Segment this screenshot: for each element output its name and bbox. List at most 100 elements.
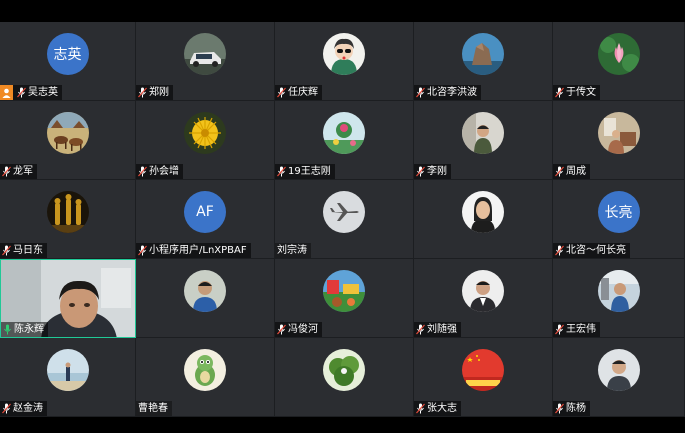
participant-name: 陈杨: [566, 403, 586, 414]
mic-muted-icon: [138, 166, 147, 177]
participant-name: 刘宗涛: [277, 245, 307, 256]
airplane-avatar: [323, 191, 365, 233]
participant-tile[interactable]: 19王志刚: [275, 101, 414, 180]
colorful-scene-avatar: [323, 270, 365, 312]
name-tag: 于传文: [553, 85, 600, 100]
mic-muted-icon: [416, 403, 425, 414]
mic-muted-icon: [555, 245, 564, 256]
participant-name: 周成: [566, 166, 586, 177]
active-speaker-video-tile[interactable]: 陈永辉: [0, 259, 136, 338]
participant-name: 曹艳春: [138, 403, 168, 414]
mic-muted-icon: [416, 324, 425, 335]
name-tag: 龙军: [0, 164, 37, 179]
participant-name: 陈永辉: [14, 324, 44, 335]
lotus-flower-avatar: [597, 33, 640, 75]
participant-tile[interactable]: 李刚: [414, 101, 553, 180]
avatar: AF: [184, 191, 226, 233]
mic-muted-icon: [555, 324, 564, 335]
man-suit-avatar: [462, 270, 504, 312]
name-tag: 周成: [553, 164, 590, 179]
participant-tile[interactable]: 王宏伟: [553, 259, 685, 338]
mic-muted-icon: [555, 403, 564, 414]
name-tag: 李刚: [414, 164, 451, 179]
participant-tile[interactable]: 孙会增: [136, 101, 275, 180]
mic-muted-icon: [277, 87, 286, 98]
woman-portrait-avatar: [462, 191, 504, 233]
participant-name: 赵金涛: [13, 403, 43, 414]
name-tag: 19王志刚: [275, 164, 335, 179]
rock-landscape-avatar: [462, 33, 504, 75]
man-outdoor-avatar: [597, 270, 640, 312]
participant-name: 刘随强: [427, 324, 457, 335]
participant-name: 孙会增: [149, 166, 179, 177]
china-flag-avatar: [462, 349, 504, 391]
name-tag: 马日东: [0, 243, 47, 258]
name-tag: 吴志英: [0, 85, 62, 100]
mic-muted-icon: [277, 166, 286, 177]
mic-muted-icon: [416, 87, 425, 98]
cartoon-dinosaur-avatar: [184, 349, 226, 391]
name-tag: 任庆辉: [275, 85, 322, 100]
cartoon-girl-avatar: [323, 33, 365, 75]
yellow-flower-avatar: [184, 112, 226, 154]
participant-tile[interactable]: 曹艳春: [136, 338, 275, 417]
participant-grid: 志英 吴志英 郑刚 任庆辉 北咨李洪波 于传文 龙军 孙会增 19王志刚 李刚 …: [0, 22, 685, 417]
mic-muted-icon: [555, 87, 564, 98]
participant-tile[interactable]: 志英 吴志英: [0, 22, 136, 101]
participant-tile[interactable]: 刘宗涛: [275, 180, 414, 259]
participant-tile[interactable]: 龙军: [0, 101, 136, 180]
participant-tile[interactable]: 长亮 北咨～何长亮: [553, 180, 685, 259]
participant-tile[interactable]: [414, 180, 553, 259]
name-tag: 张大志: [414, 401, 461, 416]
host-person-icon: [0, 85, 13, 100]
man-portrait-avatar: [597, 349, 640, 391]
participant-name: 李刚: [427, 166, 447, 177]
name-tag: 北咨李洪波: [414, 85, 481, 100]
avatar: 志英: [46, 33, 89, 75]
participant-name: 龙军: [13, 166, 33, 177]
participant-name: 任庆辉: [288, 87, 318, 98]
participant-tile[interactable]: 冯俊河: [275, 259, 414, 338]
participant-name: 冯俊河: [288, 324, 318, 335]
mic-muted-icon: [277, 324, 286, 335]
participant-tile[interactable]: 北咨李洪波: [414, 22, 553, 101]
green-plant-avatar: [323, 349, 365, 391]
top-bar: [0, 0, 685, 22]
participant-tile[interactable]: 任庆辉: [275, 22, 414, 101]
name-tag: 小程序用户/LnXPBAF: [136, 243, 251, 258]
name-tag: 郑刚: [136, 85, 173, 100]
participant-name: 小程序用户/LnXPBAF: [149, 245, 247, 256]
name-tag: 王宏伟: [553, 322, 600, 337]
mic-muted-icon: [2, 166, 11, 177]
participant-tile[interactable]: 马日东: [0, 180, 136, 259]
name-tag: 赵金涛: [0, 401, 47, 416]
participant-name: 北咨～何长亮: [566, 245, 626, 256]
participant-tile[interactable]: 周成: [553, 101, 685, 180]
participant-name: 马日东: [13, 245, 43, 256]
person-beach-avatar: [46, 349, 89, 391]
horses-scene-avatar: [46, 112, 89, 154]
participant-tile[interactable]: 于传文: [553, 22, 685, 101]
name-tag: 冯俊河: [275, 322, 322, 337]
participant-tile[interactable]: 刘随强: [414, 259, 553, 338]
name-tag: 刘随强: [414, 322, 461, 337]
room-interior-avatar: [597, 112, 640, 154]
mic-muted-icon: [2, 403, 11, 414]
participant-tile[interactable]: [275, 338, 414, 417]
participant-name: 张大志: [427, 403, 457, 414]
participant-tile[interactable]: 郑刚: [136, 22, 275, 101]
man-blue-shirt-avatar: [184, 270, 226, 312]
participant-tile[interactable]: [136, 259, 275, 338]
participant-name: 北咨李洪波: [427, 87, 477, 98]
name-tag: 孙会增: [136, 164, 183, 179]
mic-muted-icon: [138, 245, 147, 256]
name-tag: 陈杨: [553, 401, 590, 416]
participant-tile[interactable]: 陈杨: [553, 338, 685, 417]
participant-tile[interactable]: 赵金涛: [0, 338, 136, 417]
name-tag: 刘宗涛: [275, 243, 311, 258]
oscar-statues-avatar: [46, 191, 89, 233]
man-standing-avatar: [462, 112, 504, 154]
participant-tile[interactable]: AF 小程序用户/LnXPBAF: [136, 180, 275, 259]
participant-tile[interactable]: 张大志: [414, 338, 553, 417]
name-tag: 北咨～何长亮: [553, 243, 630, 258]
